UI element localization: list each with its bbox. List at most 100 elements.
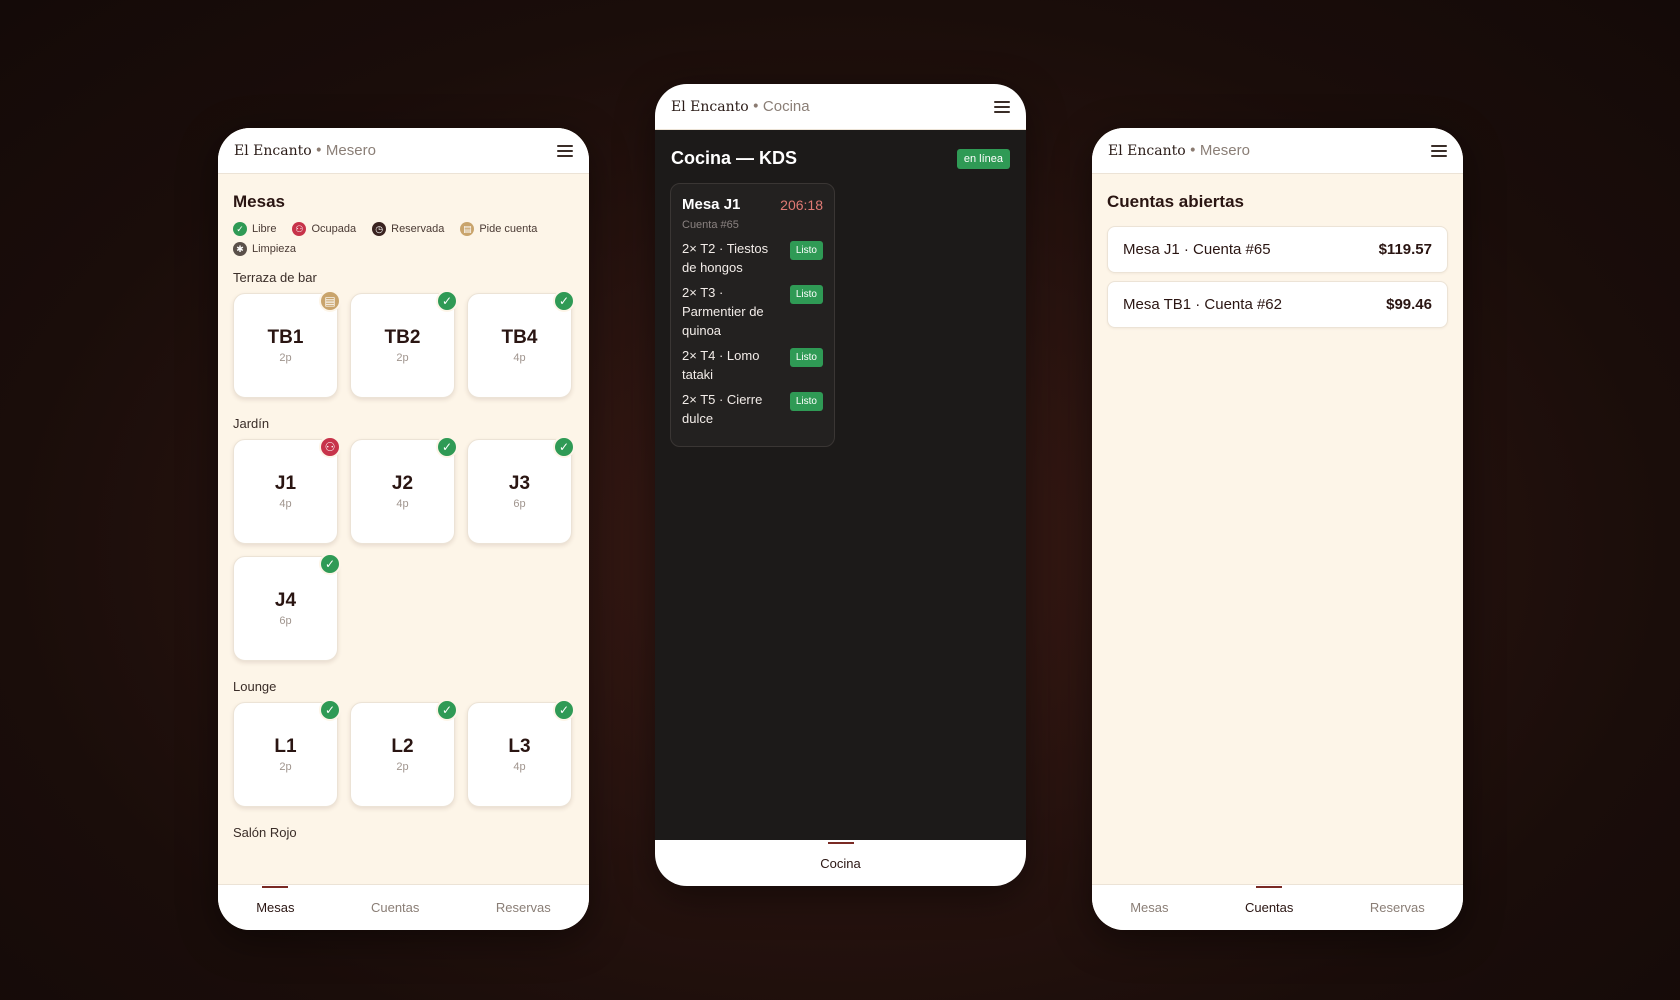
- table-code: J2: [391, 473, 414, 494]
- ticket-item: 2× T2 · Tiestos de hongos Listo: [682, 239, 823, 277]
- ticket-item: 2× T4 · Lomo tataki Listo: [682, 346, 823, 384]
- table-card-j1[interactable]: J1 4p ⚇: [233, 436, 341, 544]
- ticket-item: 2× T3 · Parmentier de quinoa Listo: [682, 283, 823, 340]
- kds-title: Cocina — KDS: [671, 148, 798, 168]
- listo-button[interactable]: Listo: [789, 285, 823, 304]
- table-card-j2[interactable]: J2 4p ✓: [350, 436, 458, 544]
- ticket-item-text: 2× T3 · Parmentier de quinoa: [682, 285, 764, 338]
- status-legend: ✓ Libre ⚇ Ocupada ◷ Reservada ▤ Pide cuenta ✱ Lim…: [233, 222, 553, 256]
- clock-icon: ◷: [372, 222, 387, 236]
- nav-mesas[interactable]: Mesas: [246, 886, 304, 915]
- nav-reservas[interactable]: Reservas: [1360, 900, 1435, 915]
- brand: El Encanto • Mesero: [1108, 142, 1250, 159]
- top-bar: El Encanto • Mesero: [218, 128, 589, 174]
- people-icon: ⚇: [319, 436, 341, 458]
- tables-grid: L1 2p ✓ L2 2p ✓ L3 4p ✓: [233, 699, 575, 807]
- table-code: J1: [274, 473, 297, 494]
- nav-reservas[interactable]: Reservas: [486, 900, 561, 915]
- hamburger-menu-icon[interactable]: [557, 144, 573, 157]
- top-bar: El Encanto • Mesero: [1092, 128, 1463, 174]
- table-capacity: 4p: [279, 498, 292, 510]
- table-card-tb2[interactable]: TB2 2p ✓: [350, 290, 458, 398]
- table-code: J3: [508, 473, 531, 494]
- table-card-tb1[interactable]: TB1 2p ▤: [233, 290, 341, 398]
- account-total: $119.57: [1378, 241, 1432, 258]
- page-title: Cuentas abiertas: [1107, 192, 1244, 211]
- brand: El Encanto • Mesero: [234, 142, 376, 159]
- page-title: Mesas: [233, 192, 285, 211]
- top-bar: El Encanto • Cocina: [655, 84, 1026, 130]
- table-card-l2[interactable]: L2 2p ✓: [350, 699, 458, 807]
- ticket-timer: 206:18: [780, 196, 823, 213]
- table-card-l3[interactable]: L3 4p ✓: [467, 699, 575, 807]
- table-card-tb4[interactable]: TB4 4p ✓: [467, 290, 575, 398]
- order-ticket: Mesa J1 206:18 Cuenta #65 2× T2 · Tiesto…: [670, 183, 835, 447]
- nav-cocina[interactable]: Cocina: [810, 841, 870, 871]
- table-card-j4[interactable]: J4 6p ✓: [233, 553, 341, 661]
- table-capacity: 4p: [513, 761, 526, 773]
- hamburger-menu-icon[interactable]: [994, 100, 1010, 113]
- ticket-item-text: 2× T2 · Tiestos de hongos: [682, 241, 769, 275]
- listo-button[interactable]: Listo: [789, 348, 823, 367]
- ticket-items: 2× T2 · Tiestos de hongos Listo 2× T3 · Pa…: [682, 239, 823, 428]
- receipt-icon: ▤: [460, 222, 475, 236]
- ticket-item-text: 2× T4 · Lomo tataki: [682, 348, 760, 382]
- legend-label: Pide cuenta: [479, 223, 538, 235]
- table-code: L3: [508, 736, 531, 757]
- check-icon: ✓: [319, 553, 341, 575]
- check-icon: ✓: [319, 699, 341, 721]
- ticket-item: 2× T5 · Cierre dulce Listo: [682, 390, 823, 428]
- nav-cuentas[interactable]: Cuentas: [1235, 886, 1303, 915]
- account-name: Mesa TB1 · Cuenta #62: [1123, 296, 1282, 313]
- table-capacity: 2p: [396, 761, 409, 773]
- table-capacity: 4p: [513, 352, 526, 364]
- nav-mesas[interactable]: Mesas: [1120, 900, 1178, 915]
- check-icon: ✓: [553, 699, 575, 721]
- cocina-phone: El Encanto • Cocina Cocina — KDS en línea …: [655, 84, 1026, 886]
- brand: El Encanto • Cocina: [671, 98, 810, 115]
- broom-icon: ✱: [233, 242, 247, 256]
- bottom-nav: Mesas Cuentas Reservas: [1092, 884, 1463, 930]
- listo-button[interactable]: Listo: [789, 392, 823, 411]
- zones-list: Terraza de bar TB1 2p ▤ TB2 2p ✓ TB4 4p ✓ Jardín J1…: [233, 270, 575, 840]
- tables-grid: TB1 2p ▤ TB2 2p ✓ TB4 4p ✓: [233, 290, 575, 398]
- table-capacity: 4p: [396, 498, 409, 510]
- listo-button[interactable]: Listo: [789, 241, 823, 260]
- account-row[interactable]: Mesa TB1 · Cuenta #62 $99.46: [1107, 281, 1448, 328]
- brand-name: El Encanto: [1108, 143, 1186, 159]
- legend-label: Reservada: [391, 223, 445, 235]
- role-label: Mesero: [1199, 142, 1250, 159]
- table-card-j3[interactable]: J3 6p ✓: [467, 436, 575, 544]
- brand-name: El Encanto: [671, 99, 749, 115]
- hamburger-menu-icon[interactable]: [1431, 144, 1447, 157]
- table-capacity: 2p: [279, 352, 292, 364]
- ticket-account: Cuenta #65: [682, 219, 739, 231]
- account-row[interactable]: Mesa J1 · Cuenta #65 $119.57: [1107, 226, 1448, 273]
- table-capacity: 6p: [279, 615, 292, 627]
- check-icon: ✓: [553, 436, 575, 458]
- ticket-table: Mesa J1: [682, 196, 741, 213]
- role-label: Mesero: [325, 142, 376, 159]
- table-card-l1[interactable]: L1 2p ✓: [233, 699, 341, 807]
- mesero-phone: El Encanto • Mesero Mesas ✓ Libre ⚇ Ocupada ◷ R…: [218, 128, 589, 930]
- zone-title: Lounge: [233, 679, 277, 694]
- legend-label: Limpieza: [252, 243, 297, 255]
- role-label: Cocina: [762, 98, 810, 115]
- zone-title: Jardín: [233, 416, 270, 431]
- nav-cuentas[interactable]: Cuentas: [361, 900, 429, 915]
- zone-title: Salón Rojo: [233, 825, 297, 840]
- accounts-list: Mesa J1 · Cuenta #65 $119.57 Mesa TB1 · Cu…: [1107, 226, 1448, 328]
- bottom-nav: Cocina: [655, 840, 1026, 886]
- legend-item-reservada: ◷ Reservada: [372, 222, 444, 236]
- online-status-badge: en línea: [956, 148, 1010, 169]
- account-name: Mesa J1 · Cuenta #65: [1123, 241, 1271, 258]
- account-total: $99.46: [1386, 296, 1432, 313]
- legend-label: Libre: [252, 223, 277, 235]
- check-icon: ✓: [436, 290, 458, 312]
- legend-item-ocupada: ⚇ Ocupada: [292, 222, 356, 236]
- table-capacity: 2p: [279, 761, 292, 773]
- check-icon: ✓: [553, 290, 575, 312]
- table-code: L1: [274, 736, 297, 757]
- table-capacity: 2p: [396, 352, 409, 364]
- table-code: TB1: [267, 327, 304, 348]
